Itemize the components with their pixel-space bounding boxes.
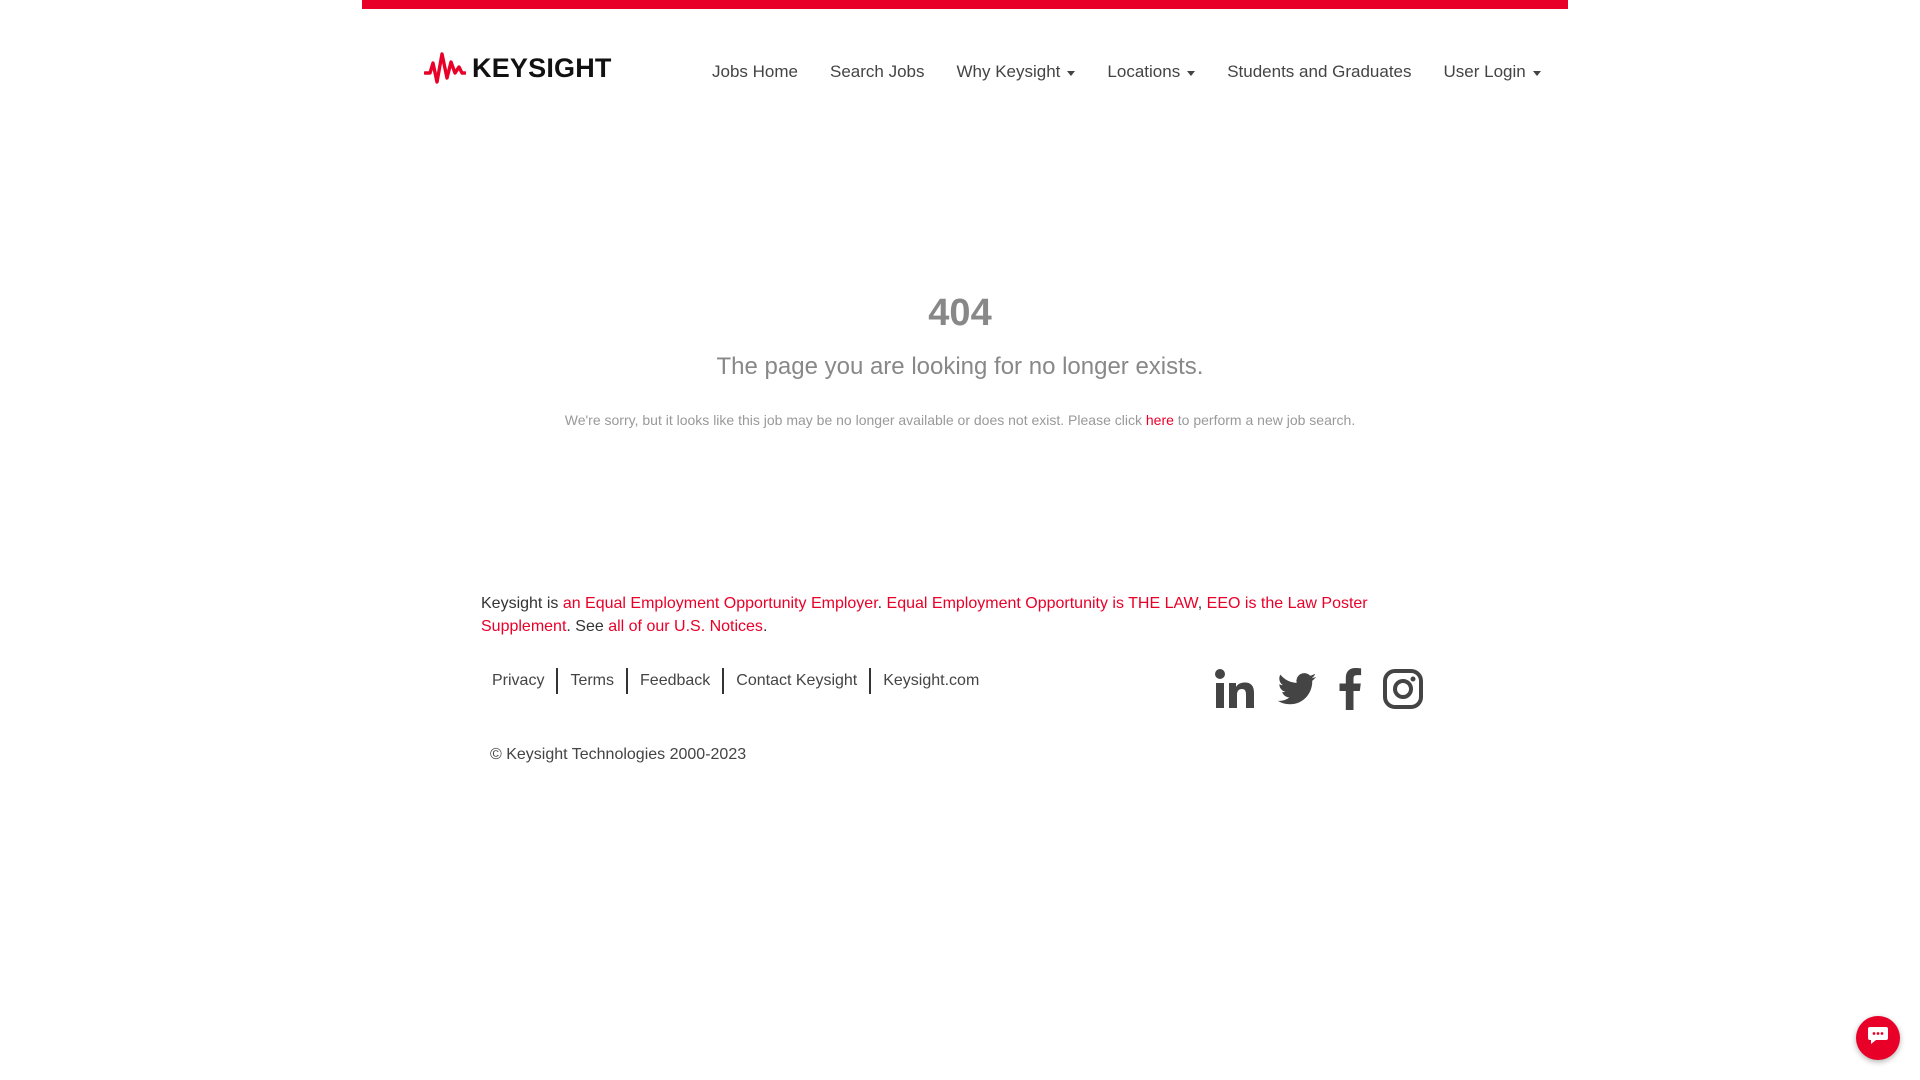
nav-label: Locations — [1107, 62, 1181, 81]
twitter-icon[interactable] — [1276, 668, 1318, 715]
error-message-after: to perform a new job search. — [1173, 412, 1356, 428]
keysight-wave-icon — [424, 51, 466, 85]
nav-user-login[interactable]: User Login — [1444, 62, 1541, 82]
footer-contact-link[interactable]: Contact Keysight — [724, 672, 869, 690]
footer-terms-link[interactable]: Terms — [558, 672, 626, 690]
nav-locations[interactable]: Locations — [1107, 62, 1196, 82]
caret-down-icon — [1187, 70, 1196, 76]
error-code: 404 — [928, 292, 992, 334]
linkedin-icon[interactable] — [1214, 668, 1256, 715]
error-title: The page you are looking for no longer e… — [716, 353, 1204, 380]
copyright: © Keysight Technologies 2000-2023 — [490, 746, 747, 763]
facebook-icon[interactable] — [1338, 668, 1362, 715]
us-notices-link[interactable]: all of our U.S. Notices — [608, 618, 763, 635]
nav-label: Students and Graduates — [1227, 62, 1412, 81]
footer-keysight-com-link[interactable]: Keysight.com — [871, 672, 991, 690]
caret-down-icon — [1532, 70, 1541, 76]
chat-bubble-icon — [1867, 1026, 1889, 1051]
eeo-notice: Keysight is an Equal Employment Opportun… — [481, 592, 1401, 638]
new-search-link[interactable]: here — [1146, 412, 1174, 428]
error-message: We're sorry, but it looks like this job … — [0, 412, 1920, 428]
social-links — [1214, 668, 1424, 715]
nav-label: Why Keysight — [956, 62, 1061, 81]
logo-wordmark: KEYSIGHT — [472, 52, 612, 83]
eeo-separator: , — [1197, 595, 1207, 612]
nav-students-graduates[interactable]: Students and Graduates — [1227, 62, 1411, 82]
chat-button[interactable] — [1856, 1016, 1900, 1060]
top-accent-bar — [362, 0, 1568, 9]
error-message-before: We're sorry, but it looks like this job … — [564, 412, 1146, 428]
nav-label: Search Jobs — [829, 62, 925, 81]
eeo-see-text: . See — [566, 618, 609, 635]
keysight-logo[interactable]: KEYSIGHT — [424, 50, 612, 86]
eeo-employer-link[interactable]: an Equal Employment Opportunity Employer — [563, 595, 878, 612]
nav-jobs-home[interactable]: Jobs Home — [712, 62, 798, 82]
footer-feedback-link[interactable]: Feedback — [628, 672, 722, 690]
eeo-separator: . — [877, 595, 887, 612]
caret-down-icon — [1067, 70, 1076, 76]
footer-privacy-link[interactable]: Privacy — [480, 672, 556, 690]
nav-search-jobs[interactable]: Search Jobs — [830, 62, 925, 82]
nav-label: Jobs Home — [712, 62, 798, 81]
eeo-end: . — [762, 618, 768, 635]
nav-label: User Login — [1443, 62, 1526, 81]
eeo-prefix: Keysight is — [481, 595, 563, 612]
footer-links: Privacy Terms Feedback Contact Keysight … — [480, 668, 991, 694]
nav-why-keysight[interactable]: Why Keysight — [956, 62, 1076, 82]
eeo-law-link[interactable]: Equal Employment Opportunity is THE LAW — [887, 595, 1198, 612]
instagram-icon[interactable] — [1382, 668, 1424, 715]
main-nav: Jobs Home Search Jobs Why Keysight Locat… — [712, 58, 1541, 86]
